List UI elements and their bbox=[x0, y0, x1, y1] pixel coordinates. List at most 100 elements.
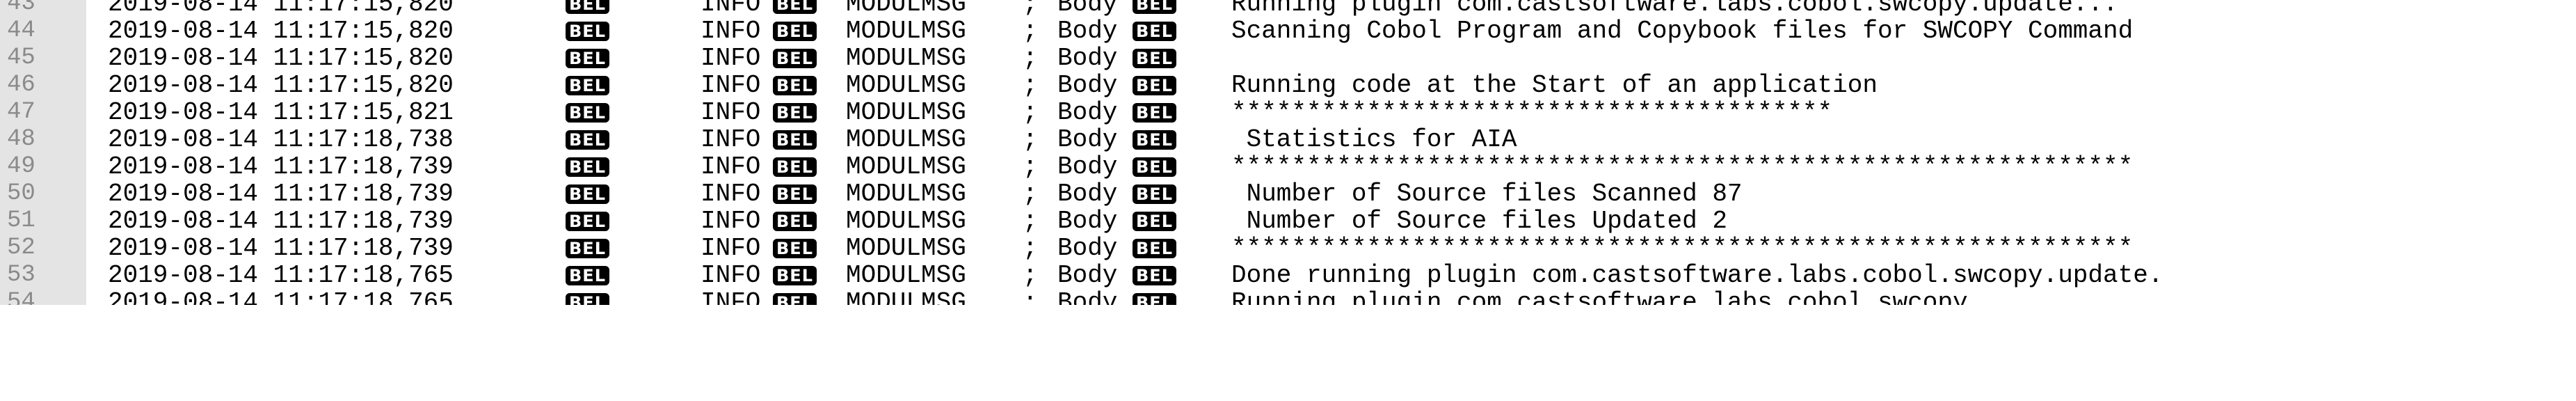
log-timestamp: 2019-08-14 11:17:18,765 bbox=[108, 288, 454, 305]
bel-control-char: BEL bbox=[1133, 0, 1176, 14]
log-line[interactable]: 50 2019-08-14 11:17:18,739 BEL INFO BEL MODUL… bbox=[0, 180, 2576, 207]
log-line[interactable]: 43 2019-08-14 11:17:15,820 BEL INFO BEL MODUL… bbox=[0, 0, 2576, 17]
bel-control-char: BEL bbox=[1133, 49, 1176, 68]
bel-control-char: BEL bbox=[1133, 157, 1176, 177]
log-separator: ; bbox=[1023, 71, 1038, 100]
bel-control-char: BEL bbox=[773, 184, 817, 204]
bel-control-char: BEL bbox=[566, 239, 609, 258]
log-module: MODULMSG bbox=[846, 125, 966, 154]
log-separator: ; bbox=[1023, 0, 1038, 18]
line-number: 53 bbox=[7, 262, 35, 288]
line-number: 51 bbox=[7, 207, 35, 234]
log-level: INFO bbox=[701, 207, 761, 235]
log-line[interactable]: 49 2019-08-14 11:17:18,739 BEL INFO BEL MODUL… bbox=[0, 153, 2576, 180]
log-editor[interactable]: 43 2019-08-14 11:17:15,820 BEL INFO BEL MODUL… bbox=[0, 0, 2576, 305]
log-separator: ; bbox=[1023, 44, 1038, 72]
bel-control-char: BEL bbox=[773, 157, 817, 177]
bel-control-char: BEL bbox=[773, 76, 817, 95]
bel-control-char: BEL bbox=[566, 184, 609, 204]
log-level: INFO bbox=[701, 98, 761, 127]
log-level: INFO bbox=[701, 152, 761, 181]
log-body-label: Body bbox=[1057, 288, 1118, 305]
log-level: INFO bbox=[701, 44, 761, 72]
log-module: MODULMSG bbox=[846, 152, 966, 181]
log-level: INFO bbox=[701, 0, 761, 18]
log-module: MODULMSG bbox=[846, 261, 966, 290]
log-message: Number of Source files Updated 2 bbox=[1231, 207, 1727, 235]
line-number: 50 bbox=[7, 180, 35, 207]
line-number: 45 bbox=[7, 45, 35, 71]
log-level: INFO bbox=[701, 261, 761, 290]
log-message: Running plugin com.castsoftware.labs.cob… bbox=[1231, 288, 2013, 305]
log-body-label: Body bbox=[1057, 261, 1118, 290]
log-body-label: Body bbox=[1057, 207, 1118, 235]
log-line[interactable]: 53 2019-08-14 11:17:18,765 BEL INFO BEL MODUL… bbox=[0, 262, 2576, 289]
log-line[interactable]: 44 2019-08-14 11:17:15,820 BEL INFO BEL MODUL… bbox=[0, 17, 2576, 45]
bel-control-char: BEL bbox=[1133, 22, 1176, 41]
log-line[interactable]: 54 2019-08-14 11:17:18,765 BEL INFO BEL MODUL… bbox=[0, 289, 2576, 305]
log-module: MODULMSG bbox=[846, 0, 966, 18]
bel-control-char: BEL bbox=[773, 22, 817, 41]
log-module: MODULMSG bbox=[846, 288, 966, 305]
log-module: MODULMSG bbox=[846, 44, 966, 72]
bel-control-char: BEL bbox=[566, 212, 609, 231]
log-body-label: Body bbox=[1057, 98, 1118, 127]
log-body-label: Body bbox=[1057, 180, 1118, 208]
bel-control-char: BEL bbox=[773, 103, 817, 123]
bel-control-char: BEL bbox=[773, 49, 817, 68]
log-timestamp: 2019-08-14 11:17:15,821 bbox=[108, 98, 454, 127]
line-number: 44 bbox=[7, 17, 35, 44]
log-module: MODULMSG bbox=[846, 207, 966, 235]
line-number: 47 bbox=[7, 99, 35, 125]
log-body-label: Body bbox=[1057, 152, 1118, 181]
bel-control-char: BEL bbox=[1133, 212, 1176, 231]
bel-control-char: BEL bbox=[566, 49, 609, 68]
log-level: INFO bbox=[701, 17, 761, 45]
log-body-label: Body bbox=[1057, 234, 1118, 262]
bel-control-char: BEL bbox=[773, 0, 817, 14]
line-number: 54 bbox=[7, 289, 35, 305]
log-timestamp: 2019-08-14 11:17:15,820 bbox=[108, 0, 454, 18]
line-number: 52 bbox=[7, 235, 35, 261]
log-timestamp: 2019-08-14 11:17:15,820 bbox=[108, 44, 454, 72]
bel-control-char: BEL bbox=[566, 130, 609, 150]
line-number: 43 bbox=[7, 0, 35, 17]
bel-control-char: BEL bbox=[773, 130, 817, 150]
log-line[interactable]: 48 2019-08-14 11:17:18,738 BEL INFO BEL MODUL… bbox=[0, 126, 2576, 153]
log-line[interactable]: 45 2019-08-14 11:17:15,820 BEL INFO BEL MODUL… bbox=[0, 45, 2576, 72]
log-message: ****************************************… bbox=[1231, 234, 2134, 262]
line-number: 49 bbox=[7, 153, 35, 180]
log-separator: ; bbox=[1023, 261, 1038, 290]
bel-control-char: BEL bbox=[566, 22, 609, 41]
log-separator: ; bbox=[1023, 180, 1038, 208]
bel-control-char: BEL bbox=[773, 293, 817, 305]
log-separator: ; bbox=[1023, 125, 1038, 154]
log-line[interactable]: 46 2019-08-14 11:17:15,820 BEL INFO BEL MODUL… bbox=[0, 72, 2576, 99]
log-line[interactable]: 47 2019-08-14 11:17:15,821 BEL INFO BEL MODUL… bbox=[0, 99, 2576, 126]
log-module: MODULMSG bbox=[846, 234, 966, 262]
log-separator: ; bbox=[1023, 17, 1038, 45]
log-timestamp: 2019-08-14 11:17:18,738 bbox=[108, 125, 454, 154]
log-level: INFO bbox=[701, 234, 761, 262]
bel-control-char: BEL bbox=[1133, 76, 1176, 95]
log-message: ****************************************… bbox=[1231, 152, 2134, 181]
log-line[interactable]: 51 2019-08-14 11:17:18,739 BEL INFO BEL MODUL… bbox=[0, 207, 2576, 235]
log-timestamp: 2019-08-14 11:17:18,739 bbox=[108, 234, 454, 262]
log-line[interactable]: 52 2019-08-14 11:17:18,739 BEL INFO BEL MODUL… bbox=[0, 235, 2576, 262]
log-message: Done running plugin com.castsoftware.lab… bbox=[1231, 261, 2163, 290]
bel-control-char: BEL bbox=[1133, 130, 1176, 150]
log-body-label: Body bbox=[1057, 0, 1118, 18]
bel-control-char: BEL bbox=[773, 239, 817, 258]
log-separator: ; bbox=[1023, 207, 1038, 235]
log-body-label: Body bbox=[1057, 71, 1118, 100]
log-content[interactable]: 43 2019-08-14 11:17:15,820 BEL INFO BEL MODUL… bbox=[0, 0, 2576, 305]
log-module: MODULMSG bbox=[846, 98, 966, 127]
log-message: Number of Source files Scanned 87 bbox=[1231, 180, 1743, 208]
log-module: MODULMSG bbox=[846, 17, 966, 45]
log-separator: ; bbox=[1023, 288, 1038, 305]
bel-control-char: BEL bbox=[566, 76, 609, 95]
log-level: INFO bbox=[701, 125, 761, 154]
bel-control-char: BEL bbox=[1133, 184, 1176, 204]
log-message: Statistics for AIA bbox=[1231, 125, 1517, 154]
bel-control-char: BEL bbox=[1133, 239, 1176, 258]
